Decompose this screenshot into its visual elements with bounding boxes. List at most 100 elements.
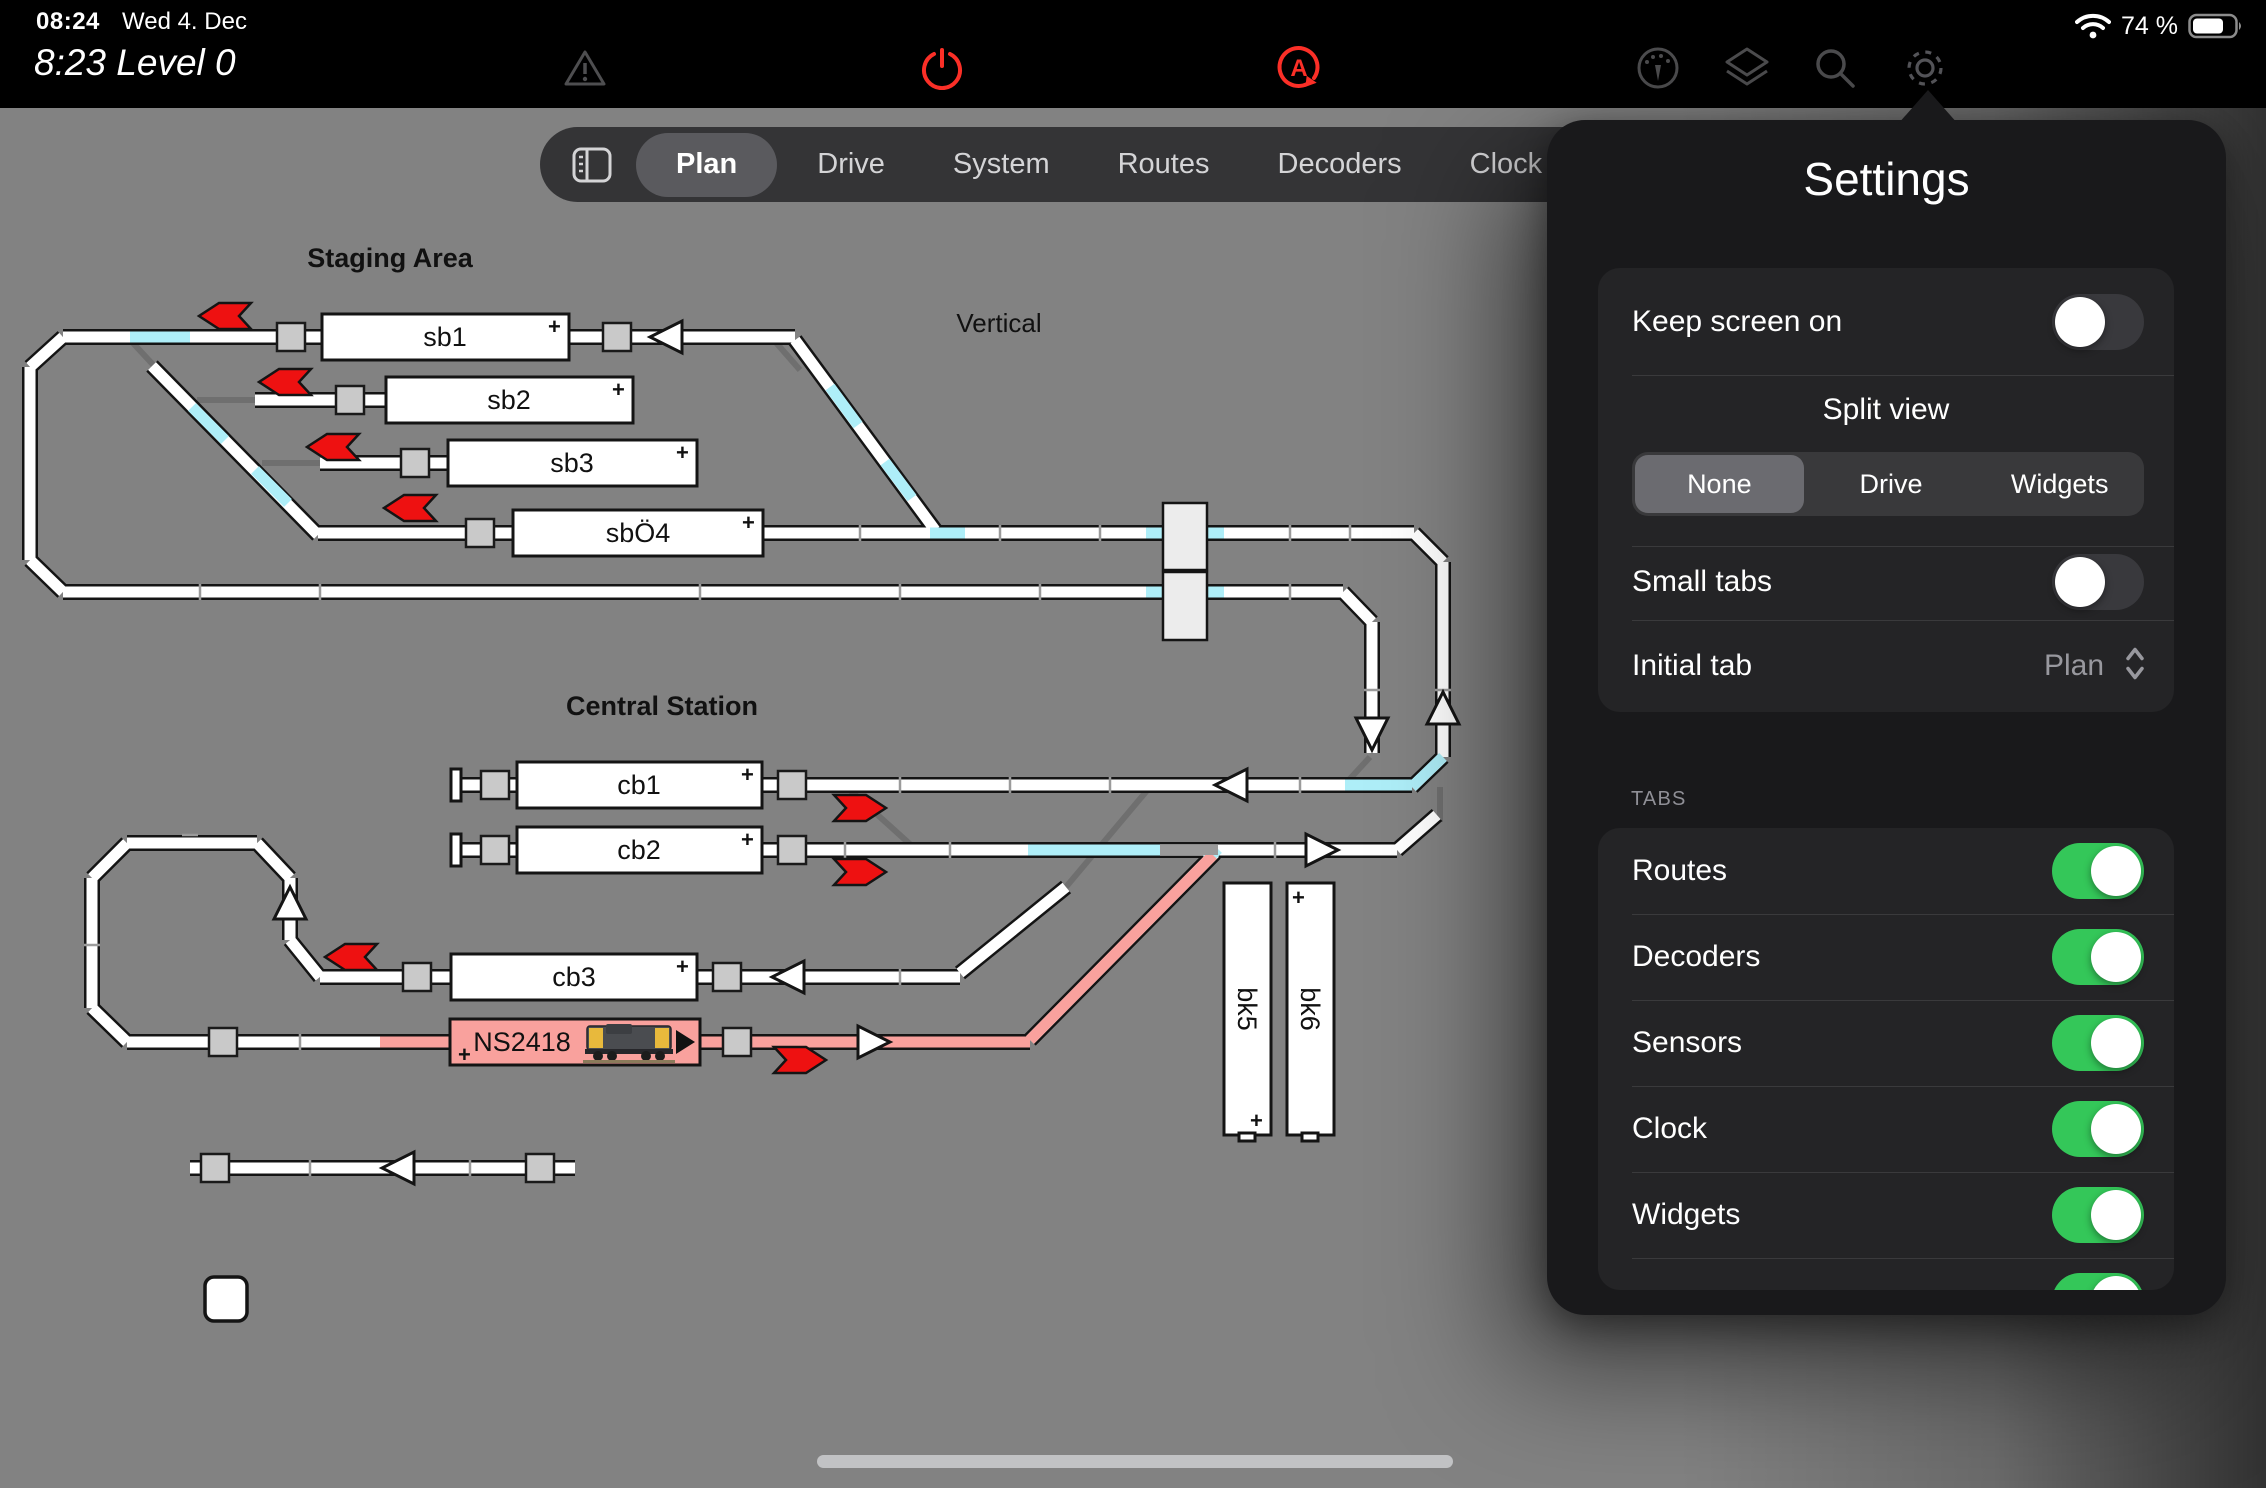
bridge-vertical[interactable] (1163, 503, 1207, 640)
svg-text:+: + (741, 762, 754, 787)
status-time: 08:24 (36, 8, 100, 36)
wifi-icon (2075, 12, 2111, 40)
toggle-knob (2091, 846, 2141, 896)
plan-output-button[interactable] (205, 1277, 247, 1321)
search-icon (1812, 45, 1858, 91)
row-divider (1632, 620, 2174, 621)
block-sb2[interactable]: sb2 + (386, 377, 633, 423)
toggle-knob (2091, 1276, 2141, 1290)
block-sbo4[interactable]: sbÖ4 + (513, 510, 763, 556)
settings-button[interactable] (1897, 40, 1953, 96)
tab-plan[interactable]: Plan (636, 133, 777, 197)
row-divider (1632, 1086, 2174, 1087)
tab-system[interactable]: System (919, 133, 1084, 197)
svg-text:+: + (676, 440, 689, 465)
label-central-station: Central Station (566, 691, 758, 721)
toggle-knob (2091, 932, 2141, 982)
home-indicator[interactable] (817, 1455, 1453, 1468)
status-date: Wed 4. Dec (122, 8, 247, 36)
partial-row-toggle[interactable] (2052, 1273, 2144, 1290)
power-button[interactable] (914, 40, 970, 96)
label-vertical: Vertical (956, 308, 1041, 338)
segment-none[interactable]: None (1635, 455, 1804, 513)
block-bk5[interactable]: bk5 + (1224, 883, 1271, 1141)
throttle-button[interactable] (1630, 40, 1686, 96)
block-cb1[interactable]: cb1 + (517, 762, 762, 808)
tabs-card: Routes Decoders Sensors Clock Widgets (1598, 828, 2174, 1290)
speedometer-icon (1635, 45, 1681, 91)
svg-text:sb3: sb3 (550, 448, 594, 478)
bumper-cb2 (451, 834, 461, 866)
svg-text:+: + (1292, 885, 1305, 910)
small-tabs-label: Small tabs (1632, 565, 1772, 599)
split-view-segmented: None Drive Widgets (1632, 452, 2144, 516)
svg-text:cb2: cb2 (617, 835, 661, 865)
initial-tab-label: Initial tab (1632, 649, 1752, 683)
warning-icon (563, 48, 607, 88)
svg-text:+: + (612, 377, 625, 402)
app-root: Staging Area Central Station Vertical (0, 0, 2266, 1488)
bumper-cb1 (451, 769, 461, 801)
svg-text:+: + (548, 314, 561, 339)
row-divider (1632, 375, 2174, 376)
small-tabs-toggle[interactable] (2052, 554, 2144, 610)
search-button[interactable] (1807, 40, 1863, 96)
svg-text:sb1: sb1 (423, 322, 467, 352)
svg-text:sbÖ4: sbÖ4 (606, 518, 671, 548)
svg-text:+: + (741, 827, 754, 852)
toggle-knob (2091, 1190, 2141, 1240)
section-tabs: TABS (1631, 788, 1687, 811)
svg-text:cb1: cb1 (617, 770, 661, 800)
svg-text:+: + (1250, 1108, 1263, 1133)
toggle-knob (2091, 1104, 2141, 1154)
svg-text:cb3: cb3 (552, 962, 596, 992)
initial-tab-picker[interactable] (2124, 645, 2146, 688)
levels-button[interactable] (1719, 40, 1775, 96)
settings-title: Settings (1547, 152, 2226, 206)
block-sb1[interactable]: sb1 + (322, 314, 569, 360)
keep-screen-on-toggle[interactable] (2052, 294, 2144, 350)
svg-text:+: + (458, 1042, 471, 1067)
tab-routes[interactable]: Routes (1084, 133, 1244, 197)
warning-button[interactable] (557, 40, 613, 96)
block-cb3[interactable]: cb3 + (451, 954, 697, 1000)
auto-mode-button[interactable]: A (1271, 40, 1327, 96)
svg-text:A: A (1290, 55, 1307, 82)
tab-decoders[interactable]: Decoders (1244, 133, 1436, 197)
toggle-knob (2055, 557, 2105, 607)
battery-percent: 74 % (2121, 12, 2178, 41)
block-sb3[interactable]: sb3 + (448, 440, 697, 486)
row-divider (1632, 1172, 2174, 1173)
split-view-label: Split view (1598, 393, 2174, 427)
auto-mode-icon: A (1276, 45, 1322, 91)
view-card: Keep screen on Split view None Drive Wid… (1598, 268, 2174, 712)
main-tab-bar: Plan Drive System Routes Decoders Clock (540, 127, 1640, 202)
clock-toggle-label: Clock (1632, 1112, 1707, 1146)
svg-text:sb2: sb2 (487, 385, 531, 415)
sensors-toggle[interactable] (2052, 1015, 2144, 1071)
segment-drive[interactable]: Drive (1807, 452, 1976, 516)
row-divider (1632, 1258, 2174, 1259)
widgets-toggle[interactable] (2052, 1187, 2144, 1243)
row-divider (1632, 914, 2174, 915)
svg-text:+: + (742, 510, 755, 535)
widgets-toggle-label: Widgets (1632, 1198, 1740, 1232)
sidebar-toggle-icon[interactable] (572, 147, 612, 183)
segment-widgets[interactable]: Widgets (1975, 452, 2144, 516)
block-bk6[interactable]: bk6 + (1287, 883, 1334, 1141)
decoders-toggle[interactable] (2052, 929, 2144, 985)
label-staging-area: Staging Area (307, 243, 474, 273)
sensors-toggle-label: Sensors (1632, 1026, 1742, 1060)
svg-text:bk6: bk6 (1295, 987, 1325, 1031)
row-divider (1632, 1000, 2174, 1001)
svg-text:NS2418: NS2418 (473, 1027, 571, 1057)
clock-toggle[interactable] (2052, 1101, 2144, 1157)
routes-toggle[interactable] (2052, 843, 2144, 899)
popover-caret (1898, 90, 1958, 124)
tab-drive[interactable]: Drive (783, 133, 919, 197)
svg-text:bk5: bk5 (1232, 987, 1262, 1031)
block-ns2418[interactable]: NS2418 + (450, 1019, 700, 1067)
settings-popover: Settings VIEW Keep screen on Split view … (1547, 120, 2226, 1315)
battery-icon (2188, 12, 2246, 40)
block-cb2[interactable]: cb2 + (517, 827, 762, 873)
